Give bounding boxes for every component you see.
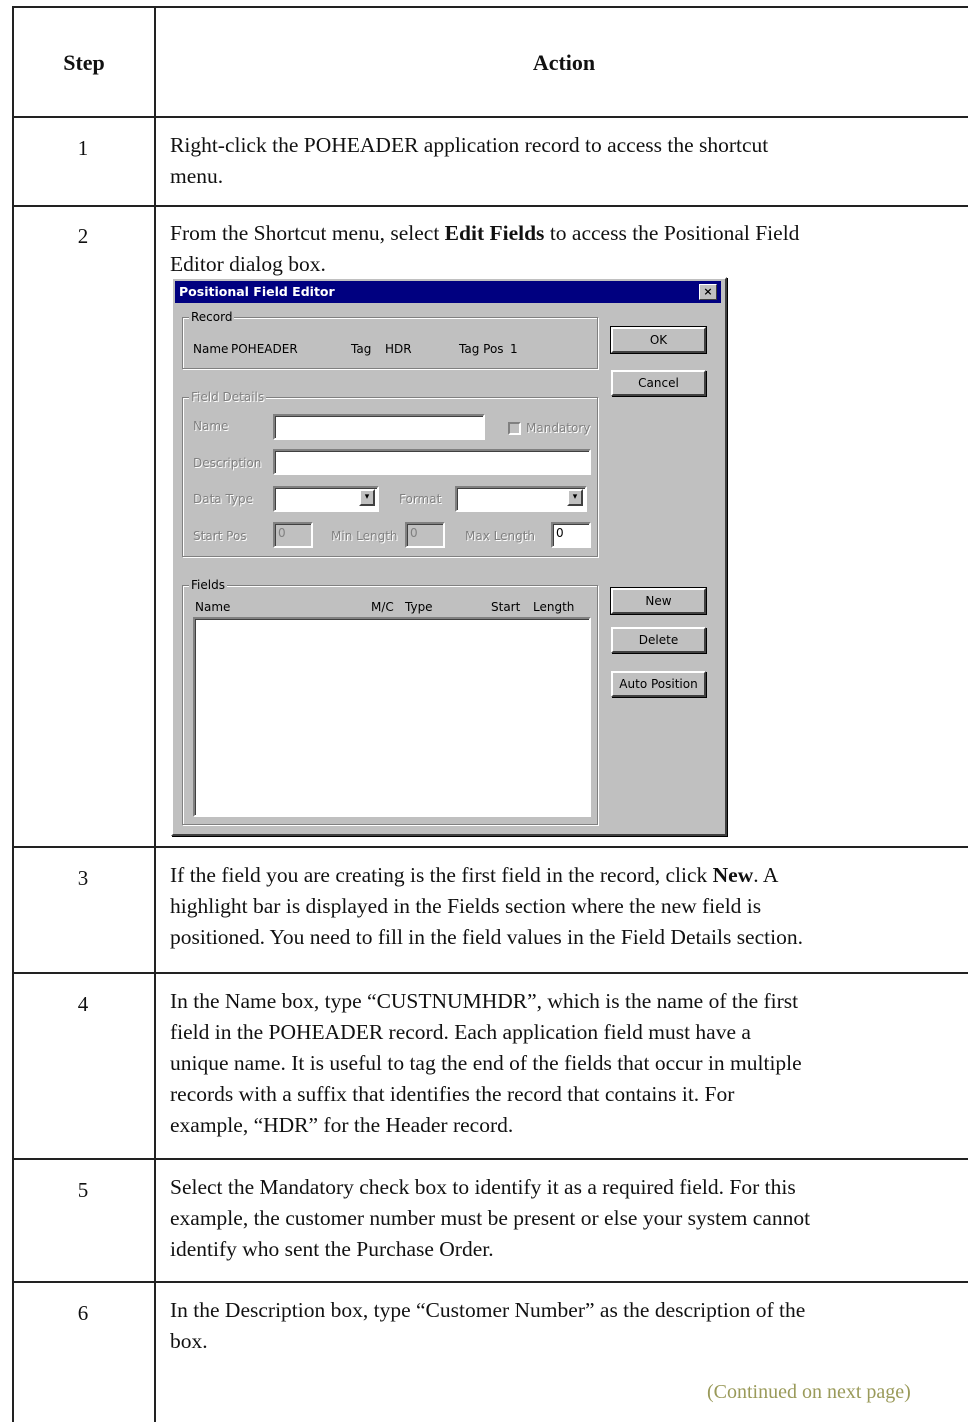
step-text: From the Shortcut menu, select Edit Fiel…: [170, 218, 968, 280]
step-number: 6: [77, 1301, 89, 1325]
record-name-value: POHEADER: [231, 342, 298, 356]
min-length-label: Min Length: [331, 529, 398, 543]
step-text: If the field you are creating is the fir…: [170, 860, 968, 953]
text-line: Right-click the POHEADER application rec…: [170, 133, 769, 157]
text-line: records with a suffix that identifies th…: [170, 1082, 735, 1106]
text-run: to access the Positional Field: [544, 221, 800, 245]
record-tagpos-label: Tag Pos: [459, 342, 504, 356]
record-tag-value: HDR: [385, 342, 412, 356]
text-line: box.: [170, 1329, 208, 1353]
start-pos-field[interactable]: 0: [273, 522, 313, 548]
step-number: 4: [77, 992, 89, 1016]
record-tagpos-value: 1: [510, 342, 518, 356]
step-number: 2: [77, 224, 89, 248]
close-icon[interactable]: ×: [699, 284, 717, 300]
step-text: Select the Mandatory check box to identi…: [170, 1172, 968, 1265]
record-tag-label: Tag: [351, 342, 372, 356]
text-run: . A: [753, 863, 779, 887]
new-button[interactable]: New: [610, 587, 707, 615]
chevron-down-icon[interactable]: ▾: [359, 489, 375, 506]
bold-term: New: [712, 863, 754, 887]
record-name-label: Name: [193, 342, 229, 356]
start-pos-label: Start Pos: [193, 529, 247, 543]
document-page: Step Action 1 Right-click the POHEADER a…: [0, 0, 968, 1422]
step-number: 3: [77, 866, 89, 890]
text-line: Editor dialog box.: [170, 252, 326, 276]
text-line: highlight bar is displayed in the Fields…: [170, 894, 762, 918]
text-line: identify who sent the Purchase Order.: [170, 1237, 494, 1261]
step-text: Right-click the POHEADER application rec…: [170, 130, 968, 192]
step-text: In the Name box, type “CUSTNUMHDR”, whic…: [170, 986, 968, 1141]
cancel-button[interactable]: Cancel: [611, 370, 706, 396]
text-line: From the Shortcut menu, select Edit Fiel…: [170, 218, 968, 249]
text-line: If the field you are creating is the fir…: [170, 860, 968, 891]
text-run: From the Shortcut menu, select: [170, 221, 445, 245]
text-line: example, “HDR” for the Header record.: [170, 1113, 514, 1137]
step-number: 1: [77, 136, 89, 160]
table-rule: [154, 6, 156, 1422]
ok-button[interactable]: OK: [610, 326, 707, 354]
mandatory-label: Mandatory: [526, 421, 591, 435]
text-line: positioned. You need to fill in the fiel…: [170, 925, 803, 949]
table-rule: [12, 6, 14, 1422]
text-line: In the Description box, type “Customer N…: [170, 1298, 806, 1322]
max-length-label: Max Length: [465, 529, 536, 543]
column-header-length: Length: [533, 600, 575, 614]
text-line: example, the customer number must be pre…: [170, 1206, 811, 1230]
text-run: If the field you are creating is the fir…: [170, 863, 713, 887]
dialog-titlebar: Positional Field Editor ×: [175, 281, 721, 303]
delete-button[interactable]: Delete: [611, 627, 706, 653]
step-number: 5: [77, 1178, 89, 1202]
header-action: Action: [532, 50, 596, 75]
auto-position-button[interactable]: Auto Position: [611, 671, 706, 697]
max-length-field[interactable]: 0: [551, 522, 591, 548]
chevron-down-icon[interactable]: ▾: [567, 489, 583, 506]
dialog-title: Positional Field Editor: [179, 284, 335, 299]
column-header-name: Name: [195, 600, 231, 614]
text-line: Select the Mandatory check box to identi…: [170, 1175, 796, 1199]
min-length-field[interactable]: 0: [405, 522, 445, 548]
column-header-mc: M/C: [371, 600, 394, 614]
data-type-label: Data Type: [193, 492, 254, 506]
text-line: unique name. It is useful to tag the end…: [170, 1051, 802, 1075]
name-field[interactable]: [273, 414, 485, 440]
description-label: Description: [193, 456, 262, 470]
bold-term: Edit Fields: [444, 221, 545, 245]
positional-field-editor-dialog: Positional Field Editor × Record Name PO…: [171, 277, 727, 836]
column-header-start: Start: [491, 600, 521, 614]
column-header-type: Type: [405, 600, 433, 614]
mandatory-checkbox[interactable]: [508, 422, 521, 435]
group-label: Field Details: [189, 390, 267, 404]
name-label: Name: [193, 419, 229, 433]
group-label: Record: [189, 310, 235, 324]
step-text: In the Description box, type “Customer N…: [170, 1295, 968, 1357]
description-field[interactable]: [273, 449, 591, 475]
continued-note: (Continued on next page): [707, 1381, 911, 1403]
text-line: field in the POHEADER record. Each appli…: [170, 1020, 751, 1044]
text-line: In the Name box, type “CUSTNUMHDR”, whic…: [170, 989, 799, 1013]
group-label: Fields: [189, 578, 227, 592]
fields-list[interactable]: [193, 617, 591, 817]
text-line: menu.: [170, 164, 224, 188]
format-label: Format: [399, 492, 442, 506]
header-step: Step: [63, 50, 105, 75]
